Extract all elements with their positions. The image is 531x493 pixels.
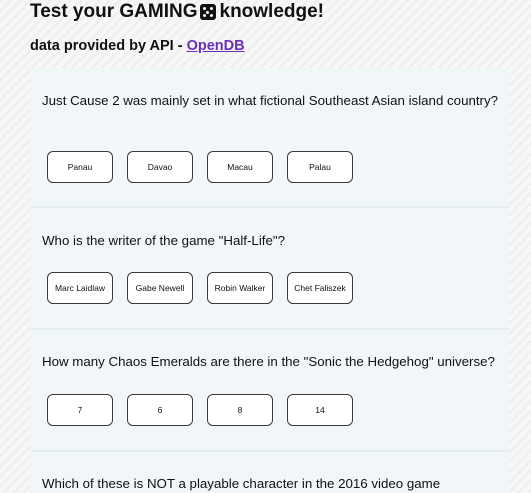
answer-button[interactable]: 8 [207, 394, 273, 426]
question-card: How many Chaos Emeralds are there in the… [31, 330, 509, 452]
answer-button[interactable]: Palau [287, 151, 353, 183]
data-source-credit: data provided by API - OpenDB [30, 38, 245, 54]
credit-text: data provided by API - [30, 38, 187, 54]
answer-button[interactable]: 6 [127, 394, 193, 426]
answer-button[interactable]: 7 [47, 394, 113, 426]
answer-button[interactable]: Macau [207, 151, 273, 183]
answer-button[interactable]: 14 [287, 394, 353, 426]
question-text: Just Cause 2 was mainly set in what fict… [42, 93, 499, 108]
question-text: How many Chaos Emeralds are there in the… [42, 354, 495, 369]
question-card: Who is the writer of the game "Half-Life… [31, 208, 509, 330]
question-text: Which of these is NOT a playable charact… [42, 476, 441, 491]
answer-button[interactable]: Panau [47, 151, 113, 183]
answer-button[interactable]: Gabe Newell [127, 272, 193, 304]
answer-button[interactable]: Davao [127, 151, 193, 183]
answer-button[interactable]: Chet Faliszek [287, 272, 353, 304]
title-suffix: knowledge! [219, 1, 325, 22]
question-text: Who is the writer of the game "Half-Life… [42, 233, 285, 248]
question-card: Just Cause 2 was mainly set in what fict… [31, 68, 509, 208]
page-title: Test your GAMING knowledge! [30, 0, 324, 24]
answer-button[interactable]: Robin Walker [207, 272, 273, 304]
title-prefix: Test your GAMING [30, 1, 198, 22]
dice-icon [199, 4, 216, 20]
answer-button[interactable]: Marc Laidlaw [47, 272, 113, 304]
question-card: Which of these is NOT a playable charact… [31, 452, 509, 493]
opendb-link[interactable]: OpenDB [187, 38, 245, 54]
